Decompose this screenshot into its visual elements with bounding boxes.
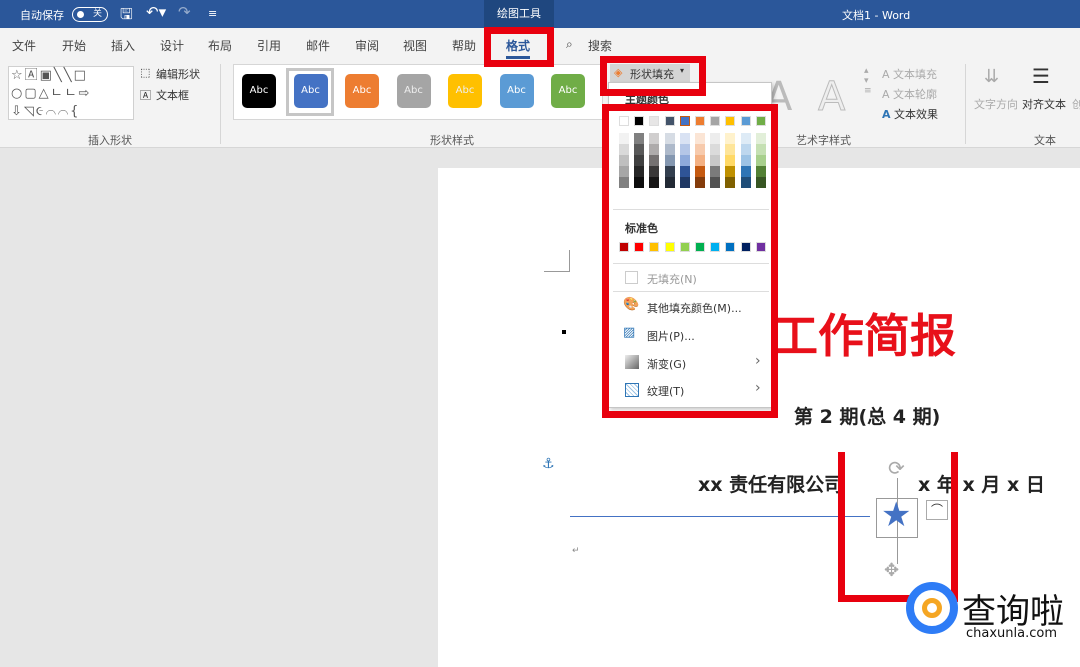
bullet <box>562 330 566 334</box>
divider <box>965 64 966 144</box>
search-box[interactable]: 搜索 <box>588 37 612 54</box>
textbox-button[interactable]: 文本框 <box>156 87 189 103</box>
highlight-box-color-menu <box>602 104 778 418</box>
paragraph-mark: ↵ <box>572 546 580 556</box>
tab-mailings[interactable]: 邮件 <box>306 37 330 54</box>
tab-file[interactable]: 文件 <box>12 37 36 54</box>
tab-review[interactable]: 审阅 <box>355 37 379 54</box>
ribbon: ☆🄰▣╲╲□ ○▢△ㄴㄴ⇨ ⇩◹૯⌒⌒{ ⬚ 编辑形状 🄰 文本框 插入形状 A… <box>0 60 1080 148</box>
divider <box>220 64 221 144</box>
highlight-box-format-tab <box>484 27 554 67</box>
document-title[interactable]: 工作简报 <box>772 300 956 366</box>
shapes-row[interactable]: ○▢△ㄴㄴ⇨ <box>11 85 133 103</box>
tab-home[interactable]: 开始 <box>62 37 86 54</box>
create-link-button[interactable]: 创 <box>1072 96 1080 112</box>
margin-marker <box>544 250 570 272</box>
edit-shape-button[interactable]: 编辑形状 <box>156 66 200 82</box>
undo-icon[interactable]: ↶▾ <box>146 3 166 21</box>
wordart-style-2[interactable]: A <box>817 74 845 121</box>
shape-style-preset[interactable]: Abc <box>396 74 431 108</box>
group-label-shape-styles: 形状样式 <box>430 134 474 147</box>
window-title: 文档1 - Word <box>842 9 911 22</box>
group-label-wordart: 艺术字样式 <box>796 134 851 147</box>
redo-icon[interactable]: ↷ <box>178 3 191 21</box>
tab-insert[interactable]: 插入 <box>111 37 135 54</box>
tab-view[interactable]: 视图 <box>403 37 427 54</box>
anchor-icon: ⚓ <box>542 456 555 472</box>
watermark-url: chaxunla.com <box>966 626 1057 641</box>
magnifier-icon <box>922 598 942 618</box>
issue-line[interactable]: 第 2 期(总 4 期) <box>794 402 940 429</box>
text-fill-button[interactable]: A 文本填充 <box>882 66 937 82</box>
text-effects-button[interactable]: A 文本效果 <box>882 106 938 122</box>
gallery-scroll[interactable]: ▴ ▾ ≡ <box>864 66 872 96</box>
shapes-row[interactable]: ☆🄰▣╲╲□ <box>11 67 133 85</box>
align-text-icon: ☰ <box>1032 64 1050 88</box>
shape-style-preset[interactable]: Abc <box>551 74 585 108</box>
tab-help[interactable]: 帮助 <box>452 37 476 54</box>
company-name[interactable]: xx 责任有限公司 <box>698 470 843 497</box>
shape-style-preset[interactable]: Abc <box>499 74 534 108</box>
group-label-text: 文本 <box>1034 134 1056 147</box>
autosave-label: 自动保存 <box>20 9 64 22</box>
text-direction-icon: ⇊ <box>984 66 1000 87</box>
highlight-box-shape-fill <box>600 56 706 96</box>
tab-layout[interactable]: 布局 <box>208 37 232 54</box>
tab-design[interactable]: 设计 <box>160 37 184 54</box>
shape-style-preset[interactable]: Abc <box>242 74 276 108</box>
group-label-insert-shapes: 插入形状 <box>88 134 132 147</box>
text-outline-button[interactable]: A 文本轮廓 <box>882 86 937 102</box>
autosave-toggle[interactable]: 关 <box>72 7 108 22</box>
shapes-gallery[interactable]: ☆🄰▣╲╲□ ○▢△ㄴㄴ⇨ ⇩◹૯⌒⌒{ <box>8 66 134 120</box>
tab-references[interactable]: 引用 <box>257 37 281 54</box>
horizontal-line <box>570 516 870 517</box>
edit-shape-icon: ⬚ <box>140 66 151 79</box>
selected-style-frame <box>286 68 334 116</box>
text-direction-button[interactable]: 文字方向 <box>974 96 1018 112</box>
save-icon[interactable]: 🖫 <box>120 4 133 29</box>
watermark-logo <box>906 582 958 634</box>
search-icon[interactable]: ⌕ <box>566 37 573 52</box>
textbox-icon: 🄰 <box>140 89 151 102</box>
shape-style-preset[interactable]: Abc <box>345 74 379 108</box>
title-bar: 自动保存 关 🖫 ↶▾ ↷ ≡ 绘图工具 文档1 - Word <box>0 0 1080 28</box>
customize-toolbar-icon[interactable]: ≡ <box>208 7 217 20</box>
shapes-row[interactable]: ⇩◹૯⌒⌒{ <box>11 103 133 121</box>
shape-style-preset[interactable]: Abc <box>448 74 482 108</box>
align-text-button[interactable]: 对齐文本 <box>1022 96 1066 112</box>
drawing-tools-label: 绘图工具 <box>484 0 554 28</box>
highlight-box-star <box>838 452 958 602</box>
